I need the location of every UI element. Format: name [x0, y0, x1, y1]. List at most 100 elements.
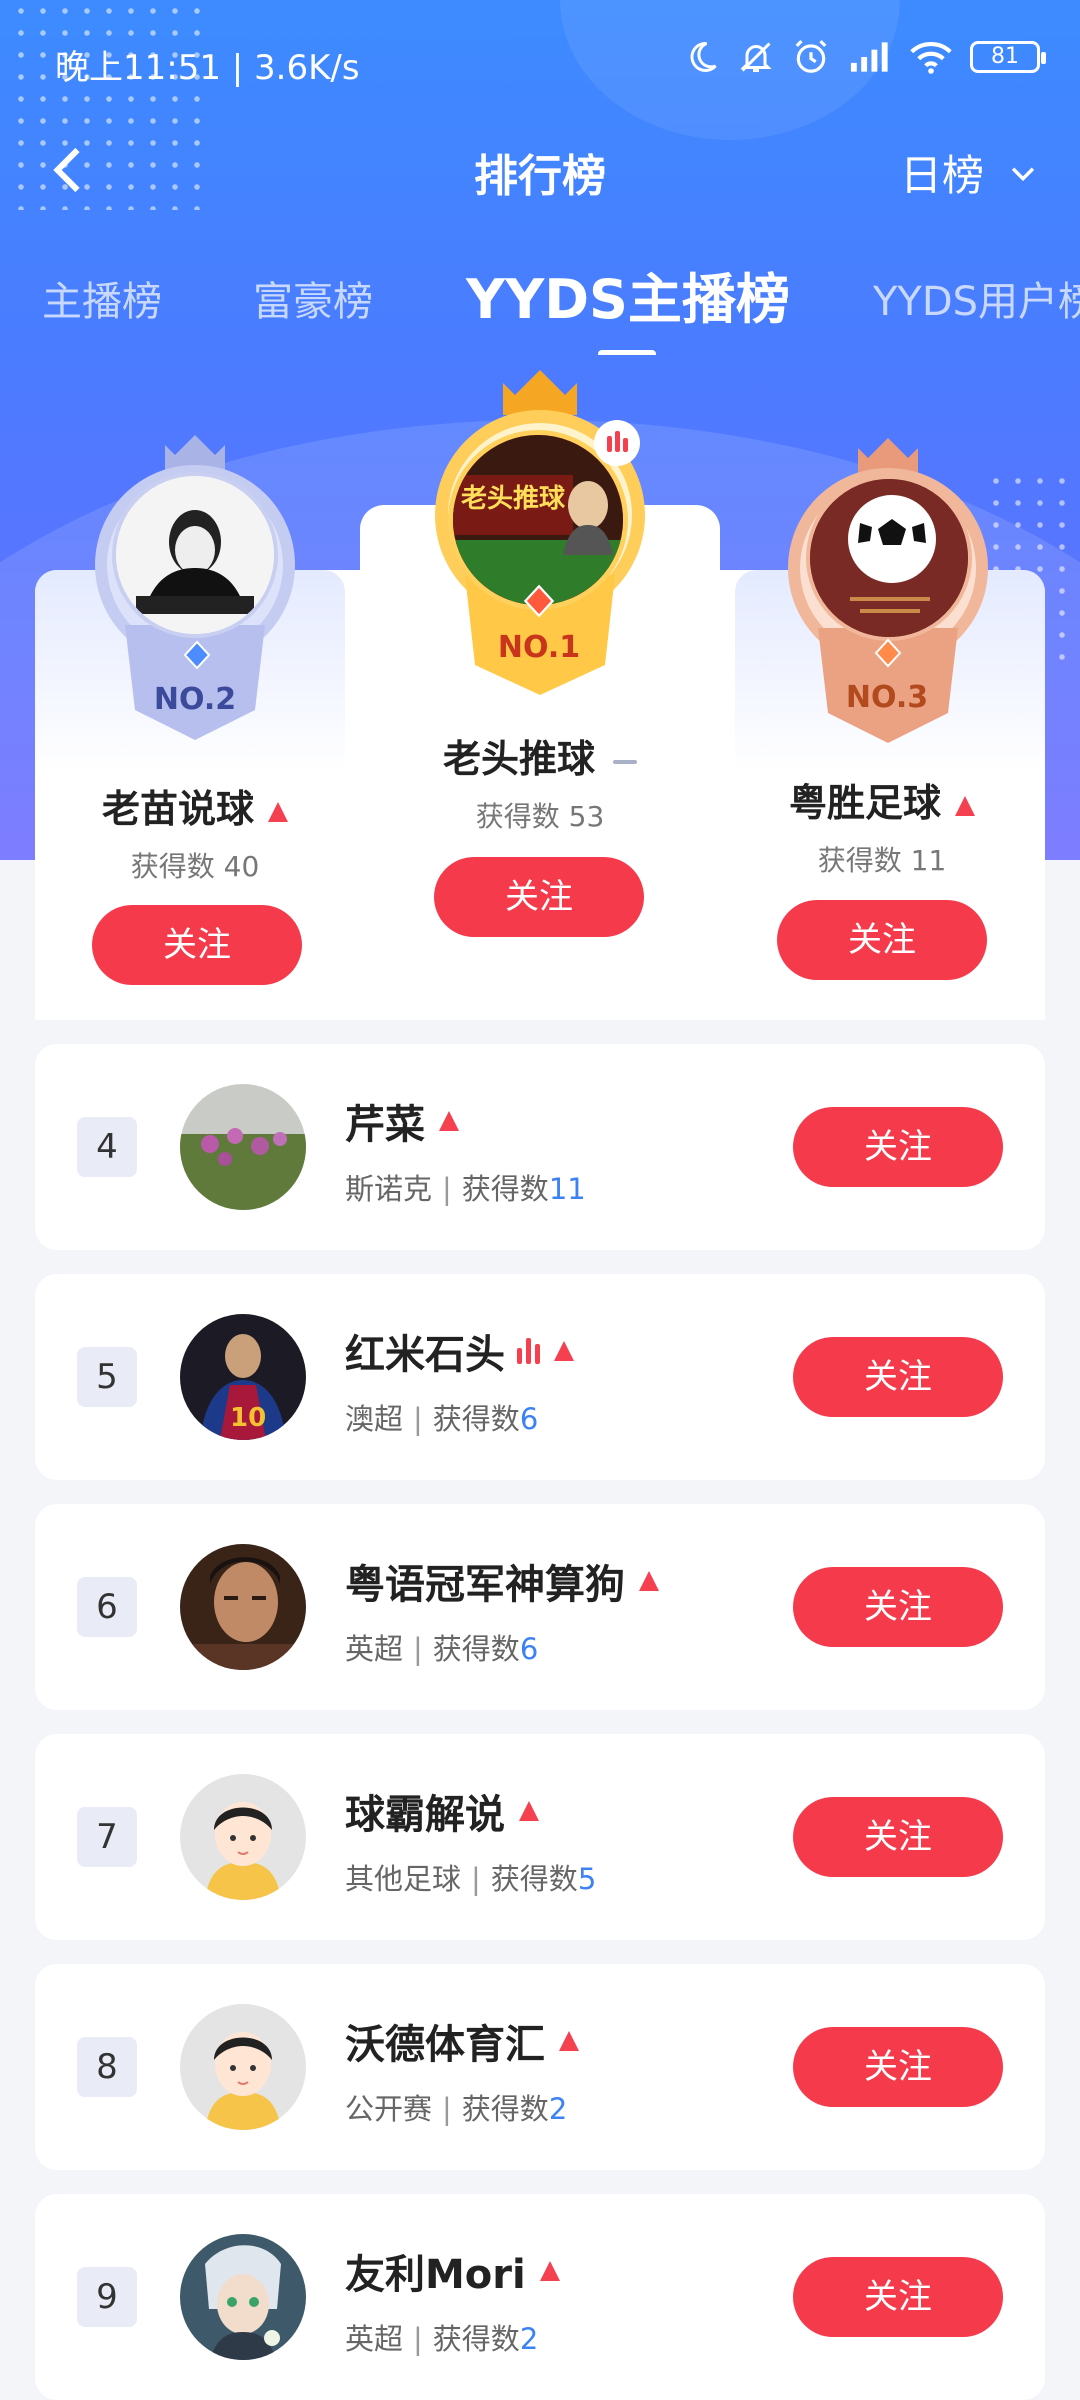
- avatar[interactable]: [180, 2234, 306, 2360]
- league-text: 其他足球: [345, 1862, 462, 1896]
- follow-button[interactable]: 关注: [793, 2257, 1003, 2337]
- anchor-name-text: 沃德体育汇: [345, 2022, 545, 2068]
- avatar[interactable]: [806, 475, 972, 641]
- tab-yyds-anchor-rank[interactable]: YYDS主播榜: [466, 255, 790, 334]
- list-item[interactable]: 7 球霸解说 其他足球 | 获得数5 关注: [35, 1734, 1045, 1940]
- battery-indicator: 81: [970, 41, 1046, 73]
- status-icons: 81: [684, 38, 1046, 76]
- rank-number: 5: [77, 1347, 137, 1407]
- trend-up-icon: [439, 1111, 459, 1131]
- league-text: 公开赛: [345, 2092, 433, 2126]
- avatar-logo-text: 老头推球: [461, 484, 566, 514]
- trend-up-icon: [955, 795, 975, 816]
- follow-button[interactable]: 关注: [793, 1797, 1003, 1877]
- rank-number: 4: [77, 1117, 137, 1177]
- trend-up-icon: [559, 2031, 579, 2051]
- anchor-name-text: 粤语冠军神算狗: [345, 1562, 625, 1608]
- anchor-name: 芹菜: [345, 1092, 459, 1150]
- count-label: 获得数: [432, 1632, 520, 1666]
- count-value: 2: [548, 2092, 568, 2126]
- receive-count: 获得数 40: [130, 850, 260, 883]
- count-label: 获得数: [432, 2322, 520, 2356]
- count-value: 11: [548, 1172, 586, 1206]
- league-text: 澳超: [345, 1402, 404, 1436]
- anchor-meta: 澳超 | 获得数6: [345, 1402, 539, 1436]
- list-item[interactable]: 6 粤语冠军神算狗 英超 | 获得数6 关注: [35, 1504, 1045, 1710]
- nav-bar: 排行榜 日榜: [0, 120, 1080, 220]
- count-value: 2: [519, 2322, 539, 2356]
- receive-count: 获得数 11: [817, 844, 947, 877]
- tab-rich-rank[interactable]: 富豪榜: [253, 269, 373, 327]
- avatar-image: [116, 476, 274, 634]
- active-tab-indicator: [598, 350, 656, 355]
- diamond-icon: [874, 638, 902, 668]
- rank-number: 6: [77, 1577, 137, 1637]
- anchor-name: 粤胜足球: [762, 772, 1002, 827]
- anchor-name: 球霸解说: [345, 1782, 539, 1840]
- avatar[interactable]: [180, 1774, 306, 1900]
- league-text: 英超: [345, 2322, 404, 2356]
- anchor-name-text: 老苗说球: [101, 787, 254, 831]
- anchor-name: 老头推球: [400, 728, 680, 783]
- avatar-image: 10: [180, 1314, 306, 1440]
- anchor-meta: 英超 | 获得数6: [345, 1632, 539, 1666]
- follow-button[interactable]: 关注: [793, 2027, 1003, 2107]
- anchor-name-text: 友利Mori: [345, 2252, 526, 2298]
- avatar-image: [810, 479, 968, 637]
- avatar[interactable]: [180, 1084, 306, 1210]
- tab-anchor-rank[interactable]: 主播榜: [42, 269, 162, 327]
- diamond-icon: [523, 584, 555, 618]
- count-label: 获得数: [461, 2092, 549, 2126]
- moon-icon: [690, 41, 717, 72]
- alarm-icon: [795, 40, 827, 73]
- follow-button[interactable]: 关注: [777, 900, 987, 980]
- follow-button[interactable]: 关注: [434, 857, 644, 937]
- signal-icon: [850, 42, 888, 72]
- trend-up-icon: [554, 1341, 574, 1361]
- follow-button[interactable]: 关注: [793, 1107, 1003, 1187]
- list-item[interactable]: 8 沃德体育汇 公开赛 | 获得数2 关注: [35, 1964, 1045, 2170]
- status-bar: 晚上11:51 | 3.6K/s 81: [0, 0, 1080, 120]
- follow-button[interactable]: 关注: [92, 905, 302, 985]
- status-time: 晚上11:51 | 3.6K/s: [55, 48, 360, 88]
- avatar[interactable]: 10: [180, 1314, 306, 1440]
- avatar-image: [180, 2234, 306, 2360]
- trend-up-icon: [268, 801, 288, 822]
- count-value: 5: [577, 1862, 597, 1896]
- period-selector[interactable]: 日榜: [900, 142, 1040, 203]
- period-label: 日榜: [899, 151, 984, 200]
- follow-button[interactable]: 关注: [793, 1337, 1003, 1417]
- anchor-name-text: 老头推球: [442, 737, 595, 781]
- rank-number: 8: [77, 2037, 137, 2097]
- list-item[interactable]: 4 芹菜 斯诺克 | 获得数11 关注: [35, 1044, 1045, 1250]
- trend-up-icon: [639, 1571, 659, 1591]
- anchor-name-text: 粤胜足球: [788, 781, 941, 825]
- anchor-name-text: 球霸解说: [345, 1792, 505, 1838]
- anchor-name-text: 红米石头: [345, 1332, 505, 1378]
- rank-badge: NO.3: [845, 680, 929, 715]
- svg-text:10: 10: [230, 1403, 266, 1433]
- count-label: 获得数: [461, 1172, 549, 1206]
- list-item[interactable]: 9 友利Mori 英超 | 获得数2 关注: [35, 2194, 1045, 2400]
- list-item[interactable]: 5 10 红米石头 澳超 | 获得数6 关注: [35, 1274, 1045, 1480]
- follow-button[interactable]: 关注: [793, 1567, 1003, 1647]
- live-icon: [594, 420, 640, 466]
- avatar-image: [180, 1774, 306, 1900]
- count-label: 获得数: [432, 1402, 520, 1436]
- bell-off-icon: [740, 42, 772, 72]
- avatar[interactable]: [112, 472, 278, 638]
- tab-yyds-user-rank[interactable]: YYDS用户榜: [873, 269, 1080, 327]
- rank-number: 9: [77, 2267, 137, 2327]
- trend-up-icon: [539, 2261, 560, 2281]
- anchor-meta: 公开赛 | 获得数2: [345, 2092, 568, 2126]
- diamond-icon: [183, 640, 211, 670]
- anchor-meta: 其他足球 | 获得数5: [345, 1862, 597, 1896]
- anchor-name: 粤语冠军神算狗: [345, 1552, 659, 1610]
- avatar[interactable]: [180, 1544, 306, 1670]
- trend-flat-icon: [613, 759, 637, 764]
- rank-badge: NO.1: [497, 630, 581, 665]
- count-value: 6: [519, 1402, 539, 1436]
- avatar[interactable]: [180, 2004, 306, 2130]
- count-value: 6: [519, 1632, 539, 1666]
- count-label: 获得数: [490, 1862, 578, 1896]
